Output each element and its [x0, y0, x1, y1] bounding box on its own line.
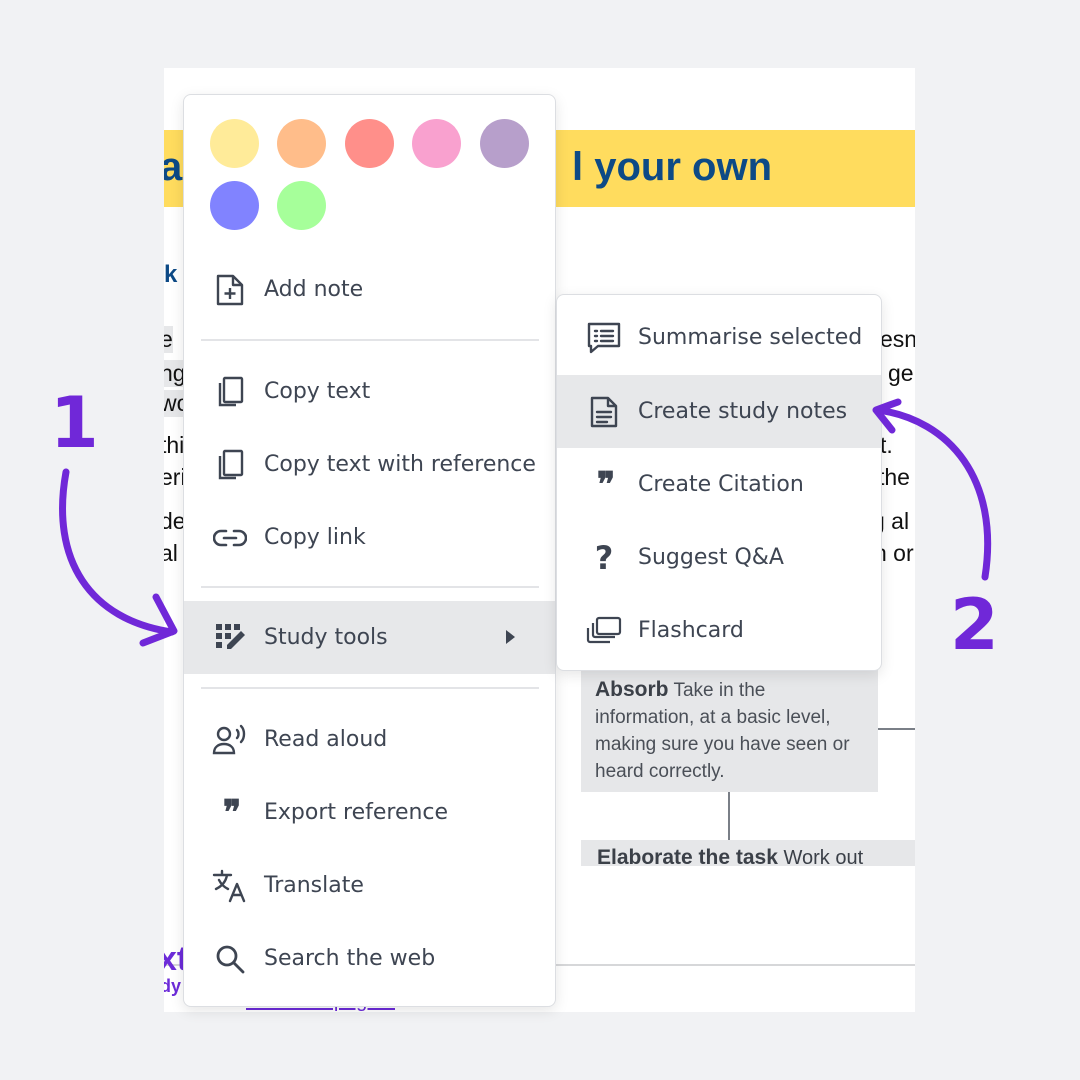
arrow-to-study-tools [59, 468, 178, 647]
annotation-arrows [59, 398, 992, 647]
arrow-to-create-study-notes [872, 398, 992, 581]
